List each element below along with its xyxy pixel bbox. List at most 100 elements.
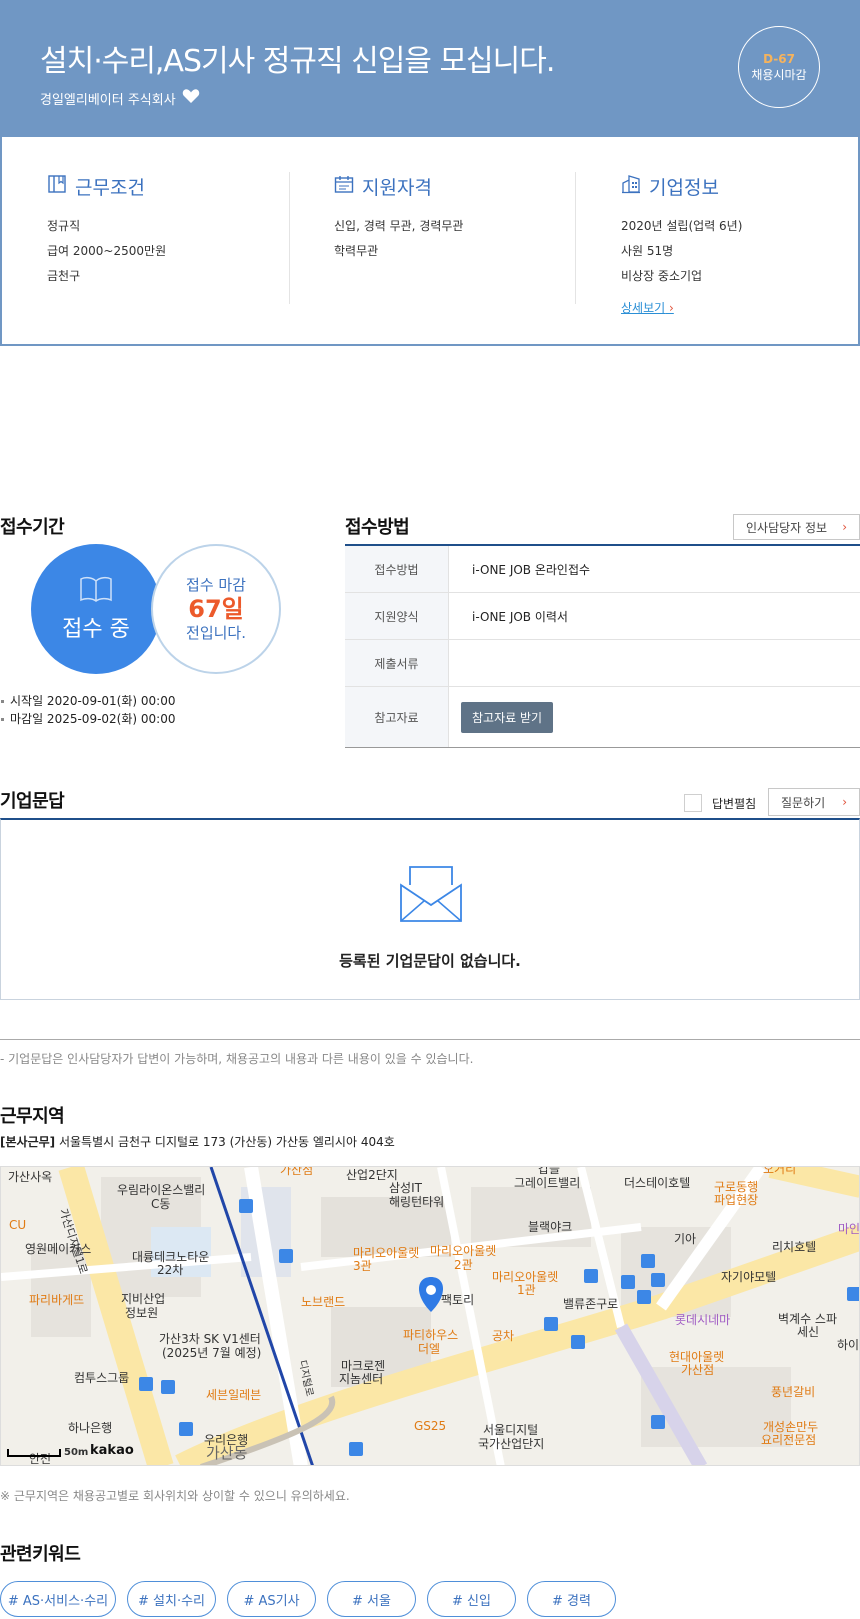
period-title: 접수기간 (0, 517, 65, 538)
map-label: 2관 (454, 1258, 473, 1272)
expand-answers-label[interactable]: 답변펼침 (712, 795, 756, 812)
column-divider (575, 172, 576, 304)
map-label: 정보원 (125, 1306, 159, 1320)
status-circle: 접수 중 (31, 544, 161, 674)
book-icon (47, 174, 67, 199)
row-value: 참고자료 받기 (449, 687, 860, 747)
location-note: ※ 근무지역은 채용공고별로 회사위치와 상이할 수 있으니 유의하세요. (0, 1489, 350, 1503)
location-map[interactable]: 가산사옥 우림라이온스밸리 C동 가산디지털1로 CU 영원메이커스 대륭테크노… (0, 1166, 860, 1466)
keyword-tag[interactable]: # AS기사 (227, 1581, 316, 1617)
chevron-right-icon: › (842, 795, 847, 809)
map-label: 파리바게뜨 (29, 1293, 85, 1307)
keyword-tag[interactable]: # 설치·수리 (127, 1581, 216, 1617)
address-tag: [본사근무] (0, 1135, 56, 1149)
table-row: 접수방법 i-ONE JOB 온라인접수 (345, 546, 860, 593)
hr-contact-button[interactable]: 인사담당자 정보 › (733, 514, 860, 540)
end-date: 마감일 2025-09-02(화) 00:00 (0, 712, 176, 726)
map-label: 팩토리 (441, 1293, 475, 1307)
location-title: 근무지역 (0, 1106, 65, 1127)
dday-count: D-67 (763, 51, 795, 66)
deadline-prefix: 접수 마감 (186, 576, 246, 594)
founded-year: 2020년 설립(업력 6년) (621, 219, 743, 233)
map-label: CU (9, 1218, 27, 1232)
ask-question-button[interactable]: 질문하기 › (768, 788, 860, 816)
map-label: 요리전문점 (761, 1433, 817, 1447)
company-info-title: 기업정보 (649, 177, 719, 199)
map-label: 세신 (797, 1325, 820, 1339)
map-label: 우림라이온스밸리 (117, 1183, 206, 1197)
table-row: 참고자료 참고자료 받기 (345, 687, 860, 747)
keywords-title: 관련키워드 (0, 1544, 81, 1565)
row-label: 접수방법 (345, 546, 449, 592)
map-label: 가산동 (206, 1444, 248, 1462)
map-label: 산업2단지 (346, 1168, 398, 1182)
row-value: i-ONE JOB 온라인접수 (472, 562, 591, 577)
map-label: 더스테이호텔 (624, 1176, 691, 1190)
column-divider (289, 172, 290, 304)
employee-count: 사원 51명 (621, 244, 674, 258)
job-summary-box: 근무조건 정규직 급여 2000~2500만원 금천구 지원자격 신입, 경력 … (0, 137, 860, 346)
row-label: 제출서류 (345, 640, 449, 686)
job-header-banner: 설치·수리,AS기사 정규직 신입을 모십니다. 경일엘리베이터 주식회사 D-… (0, 0, 860, 137)
map-label: 해링턴타워 (389, 1195, 445, 1209)
deadline-type: 채용시마감 (751, 67, 807, 82)
company-detail-link[interactable]: 상세보기 › (621, 299, 674, 316)
map-label: 갑을 (538, 1166, 561, 1176)
map-label: 세븐일레븐 (206, 1388, 262, 1402)
map-label: 노브랜드 (301, 1295, 346, 1309)
table-row: 지원양식 i-ONE JOB 이력서 (345, 593, 860, 640)
building-icon (621, 174, 641, 199)
map-label: 지비산업 (121, 1292, 166, 1306)
keyword-tag[interactable]: # 서울 (327, 1581, 416, 1617)
status-label: 접수 중 (62, 617, 130, 642)
map-label: 가산점 (280, 1166, 314, 1177)
employment-type: 정규직 (47, 219, 81, 233)
map-scale-bar (7, 1449, 61, 1457)
map-label: 밸류존구로 (563, 1297, 619, 1311)
address-text: 서울특별시 금천구 디지털로 173 (가산동) 가산동 엘리시아 404호 (58, 1135, 395, 1149)
map-label: 1관 (517, 1283, 536, 1297)
map-label: 하이 (837, 1338, 860, 1352)
expand-answers-checkbox[interactable] (684, 794, 702, 812)
map-label: 하나은행 (68, 1421, 113, 1435)
download-reference-button[interactable]: 참고자료 받기 (461, 701, 554, 733)
work-conditions-title: 근무조건 (75, 177, 145, 199)
keyword-tag[interactable]: # AS·서비스·수리 (0, 1581, 116, 1617)
map-label: 삼성IT (389, 1181, 422, 1195)
map-label: 리치호텔 (772, 1240, 817, 1254)
qna-note: - 기업문답은 인사담당자가 답변이 가능하며, 채용공고의 내용과 다른 내용… (0, 1052, 474, 1066)
company-name[interactable]: 경일엘리베이터 주식회사 (40, 89, 176, 108)
map-label: 지놈센터 (339, 1372, 384, 1386)
row-label: 참고자료 (345, 687, 449, 747)
map-label: 서울디지털 (483, 1423, 539, 1437)
open-book-icon (79, 575, 113, 607)
map-label: 컴투스그룹 (74, 1371, 130, 1385)
map-label: 블랙야크 (528, 1220, 573, 1234)
company-name-row: 경일엘리베이터 주식회사 (40, 88, 200, 108)
map-label: 파업현장 (714, 1193, 759, 1207)
row-value: i-ONE JOB 이력서 (472, 609, 568, 624)
divider (0, 1039, 860, 1040)
work-conditions: 근무조건 정규직 급여 2000~2500만원 금천구 (47, 173, 166, 289)
keyword-tag[interactable]: # 신입 (427, 1581, 516, 1617)
qna-empty-message: 등록된 기업문답이 없습니다. (339, 952, 521, 970)
qualifications: 지원자격 신입, 경력 무관, 경력무관 학력무관 (334, 173, 463, 264)
deadline-days: 67일 (188, 595, 244, 623)
map-label: 오거리 (763, 1166, 797, 1176)
work-area: 금천구 (47, 269, 81, 283)
map-label: 공차 (492, 1329, 515, 1343)
deadline-circle: 접수 마감 67일 전입니다. (151, 544, 281, 674)
map-label: 파티하우스 (403, 1328, 459, 1342)
map-label: 자기야모텔 (721, 1270, 777, 1284)
deadline-suffix: 전입니다. (186, 624, 246, 642)
method-table: 접수방법 i-ONE JOB 온라인접수 지원양식 i-ONE JOB 이력서 … (345, 544, 860, 748)
experience-requirement: 신입, 경력 무관, 경력무관 (334, 219, 464, 233)
dday-badge: D-67 채용시마감 (738, 26, 820, 108)
heart-icon[interactable] (182, 88, 200, 108)
method-title: 접수방법 (345, 517, 410, 538)
qna-title: 기업문답 (0, 791, 65, 812)
job-title: 설치·수리,AS기사 정규직 신입을 모십니다. (40, 44, 555, 79)
map-label: 영원메이커스 (25, 1242, 92, 1256)
keyword-tag[interactable]: # 경력 (527, 1581, 616, 1617)
map-label: 가산3차 SK V1센터 (159, 1332, 261, 1346)
